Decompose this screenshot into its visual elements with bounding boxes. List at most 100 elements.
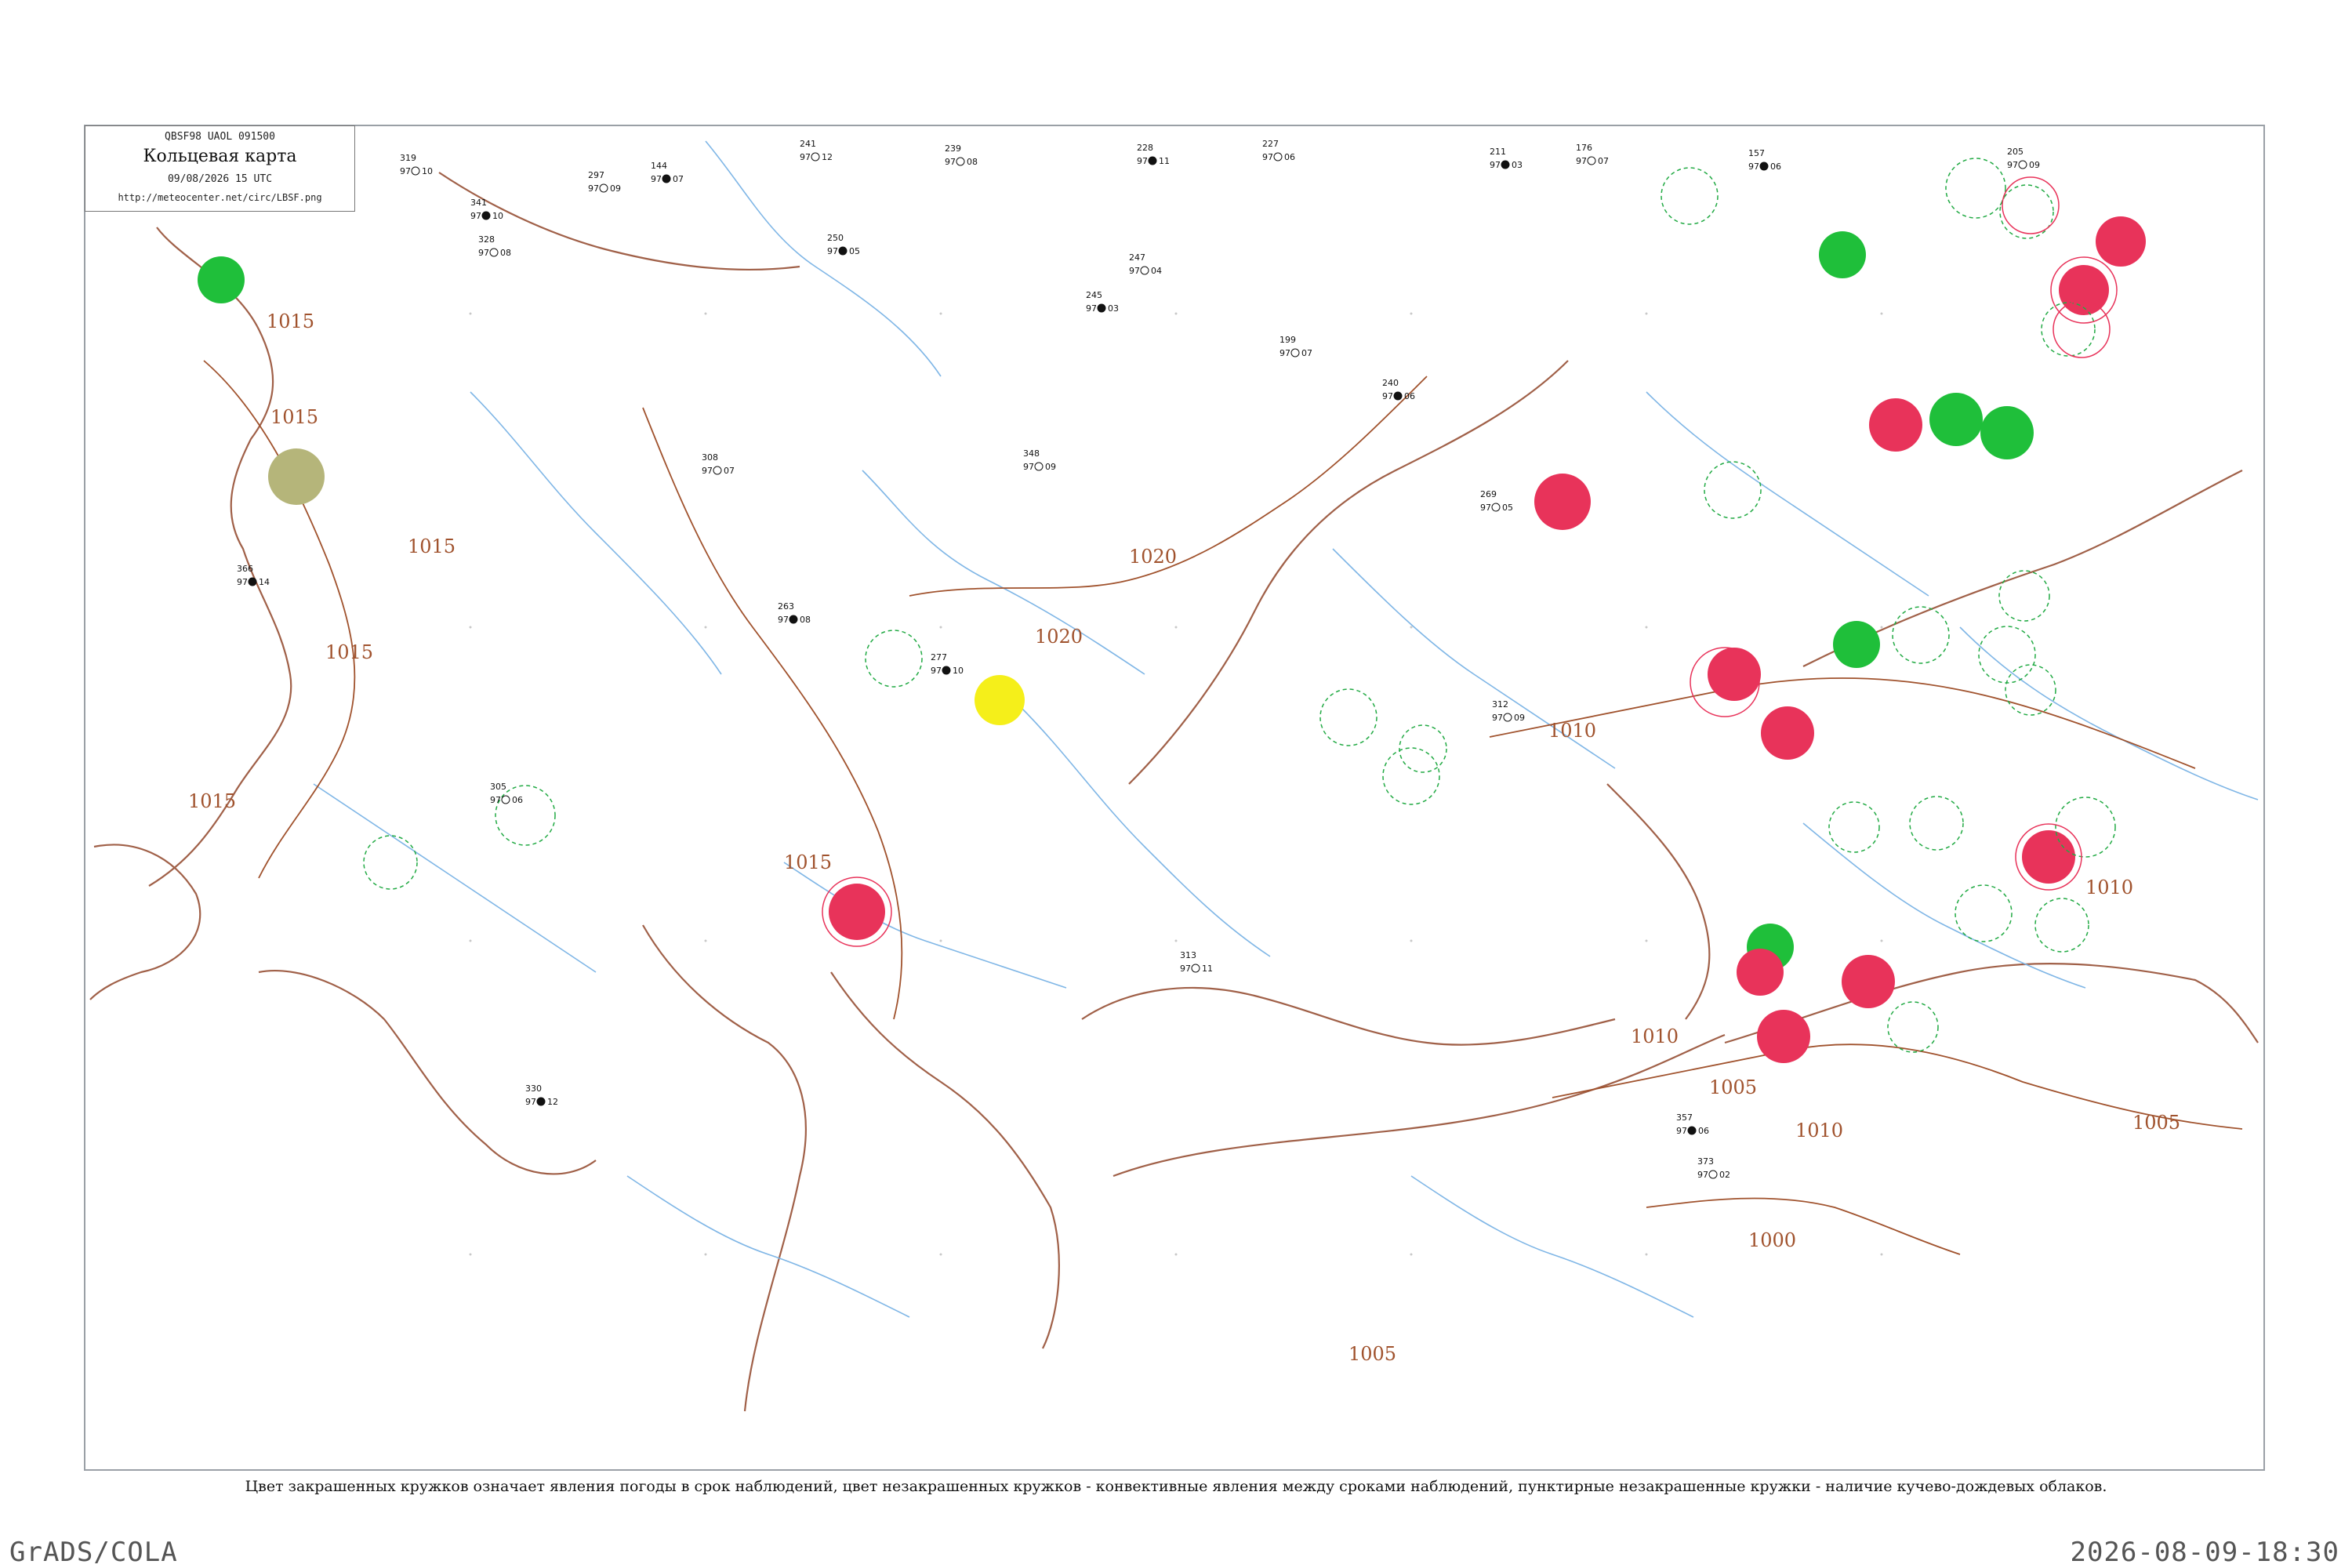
thunder-circle [1534,474,1591,530]
legend-caption: Цвет закрашенных кружков означает явлени… [245,1478,2107,1495]
svg-text:97: 97 [2007,160,2018,170]
svg-text:341: 341 [470,198,487,208]
svg-text:97: 97 [931,666,942,676]
isobar-label: 1005 [1709,1076,1757,1098]
svg-text:10: 10 [422,166,433,176]
svg-text:06: 06 [1404,391,1415,401]
svg-text:07: 07 [673,174,684,184]
svg-text:97: 97 [1023,462,1034,472]
svg-text:14: 14 [259,577,270,587]
svg-text:328: 328 [478,234,495,245]
svg-text:08: 08 [967,157,978,167]
haze-circle [268,448,325,505]
svg-text:97: 97 [490,795,501,805]
svg-text:228: 228 [1137,143,1153,153]
thunder-circle [1842,955,1895,1008]
svg-text:05: 05 [849,246,860,256]
isobar-label: 1010 [1795,1120,1843,1142]
svg-text:12: 12 [822,152,833,162]
svg-text:297: 297 [588,170,604,180]
map-frame [84,125,2265,1471]
svg-text:97: 97 [1279,348,1290,358]
isobar-label: 1015 [784,851,832,873]
synoptic-map: 1015 1015 1015 1015 1015 1020 1020 1015 … [84,125,2265,1471]
svg-text:07: 07 [1301,348,1312,358]
svg-text:97: 97 [525,1097,536,1107]
rain-circle [1980,406,2034,459]
svg-text:12: 12 [547,1097,558,1107]
map-url[interactable]: http://meteocenter.net/circ/LBSF.png [85,192,354,203]
rain-circle [1929,393,1983,446]
isobar-label: 1015 [270,406,318,428]
svg-text:08: 08 [500,248,511,258]
isobar-label: 1010 [2085,877,2133,898]
svg-text:97: 97 [651,174,662,184]
svg-text:269: 269 [1480,489,1497,499]
svg-text:357: 357 [1676,1112,1693,1123]
svg-text:227: 227 [1262,139,1279,149]
svg-text:11: 11 [1202,964,1213,974]
svg-text:97: 97 [1480,503,1491,513]
svg-text:157: 157 [1748,148,1765,158]
svg-text:06: 06 [1284,152,1295,162]
svg-text:97: 97 [400,166,411,176]
svg-text:199: 199 [1279,335,1296,345]
svg-text:312: 312 [1492,699,1508,710]
svg-text:97: 97 [702,466,713,476]
svg-text:366: 366 [237,564,253,574]
svg-text:06: 06 [512,795,523,805]
svg-text:97: 97 [470,211,481,221]
thunder-circle [1757,1010,1810,1063]
svg-text:06: 06 [1770,162,1781,172]
svg-text:239: 239 [945,143,961,154]
svg-text:97: 97 [800,152,811,162]
svg-text:97: 97 [1697,1170,1708,1180]
svg-text:305: 305 [490,782,506,792]
svg-text:97: 97 [1748,162,1759,172]
svg-text:07: 07 [724,466,735,476]
isobar-label: 1020 [1129,546,1177,568]
svg-text:08: 08 [800,615,811,625]
map-date: 09/08/2026 15 UTC [167,173,273,185]
svg-text:10: 10 [492,211,503,221]
svg-text:04: 04 [1151,266,1162,276]
footer-credit: GrADS/COLA [9,1537,178,1568]
isobar-label: 1020 [1035,626,1083,648]
isobar-label: 1010 [1631,1025,1679,1047]
svg-text:241: 241 [800,139,816,149]
svg-text:03: 03 [1108,303,1119,314]
rain-circle [1833,621,1880,668]
svg-text:97: 97 [1262,152,1273,162]
svg-text:308: 308 [702,452,718,463]
isobar-label: 1000 [1748,1229,1796,1251]
svg-text:330: 330 [525,1083,542,1094]
svg-text:02: 02 [1719,1170,1730,1180]
svg-text:97: 97 [478,248,489,258]
svg-text:97: 97 [1492,713,1503,723]
isobar-label: 1005 [1348,1343,1396,1365]
svg-text:97: 97 [1676,1126,1687,1136]
svg-text:211: 211 [1490,147,1506,157]
svg-text:348: 348 [1023,448,1040,459]
isobar-label: 1015 [267,310,314,332]
svg-text:10: 10 [953,666,964,676]
svg-text:05: 05 [1502,503,1513,513]
svg-text:97: 97 [945,157,956,167]
svg-text:263: 263 [778,601,794,612]
svg-text:277: 277 [931,652,947,662]
svg-text:11: 11 [1159,156,1170,166]
isobar-label: 1015 [325,641,373,663]
fog-circle [975,675,1025,725]
svg-text:97: 97 [588,183,599,194]
svg-text:97: 97 [1180,964,1191,974]
svg-text:09: 09 [1045,462,1056,472]
svg-text:97: 97 [827,246,838,256]
map-header: QBSF98 UAOL 091500 Кольцевая карта 09/08… [85,125,355,212]
bulletin-code: QBSF98 UAOL 091500 [165,131,275,143]
svg-text:97: 97 [1129,266,1140,276]
thunder-circle [1708,648,1761,701]
svg-text:09: 09 [610,183,621,194]
map-title: Кольцевая карта [143,147,297,166]
svg-text:205: 205 [2007,147,2024,157]
svg-text:97: 97 [237,577,248,587]
